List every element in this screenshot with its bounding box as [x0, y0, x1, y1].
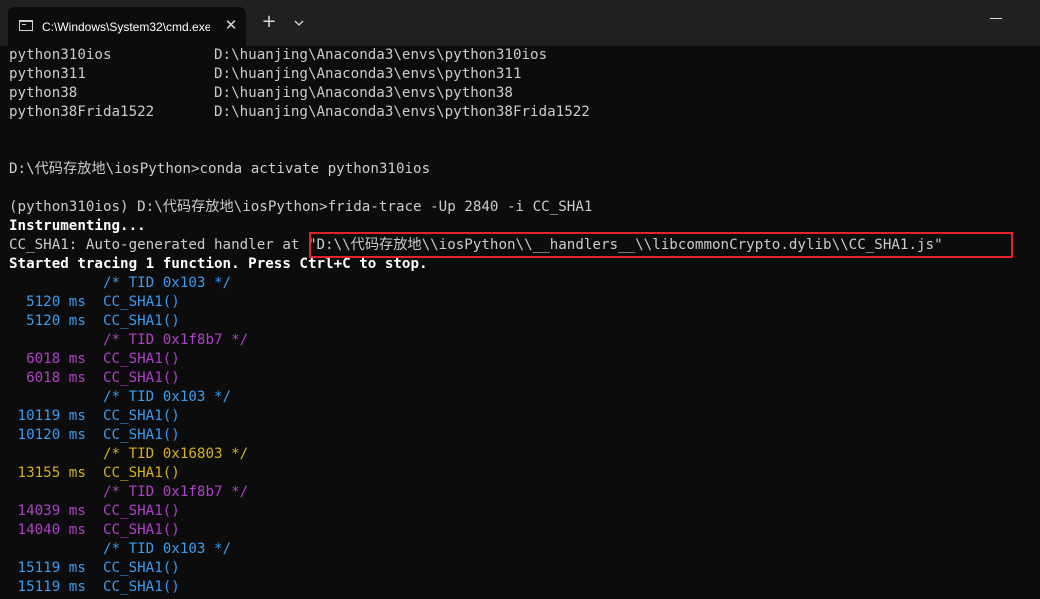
new-tab-button[interactable]: + — [258, 11, 280, 33]
trace-command: (python310ios) D:\代码存放地\iosPython>frida-… — [9, 199, 593, 215]
instrumenting-line: Instrumenting... — [9, 218, 146, 234]
trace-call-line: 5120 ms CC_SHA1() — [9, 313, 180, 329]
trace-call-line: 5120 ms CC_SHA1() — [9, 294, 180, 310]
trace-thread-header: /* TID 0x16803 */ — [9, 446, 249, 462]
env-line: python38 D:\huanjing\Anaconda3\envs\pyth… — [9, 85, 513, 101]
tab-title: C:\Windows\System32\cmd.exe — [42, 20, 210, 34]
trace-call-line: 14040 ms CC_SHA1() — [9, 522, 180, 538]
minimize-icon[interactable] — [990, 18, 1002, 19]
trace-call-line: 13155 ms CC_SHA1() — [9, 465, 180, 481]
highlight-box — [309, 232, 1013, 258]
title-bar: C:\Windows\System32\cmd.exe ✕ + — [0, 0, 1040, 46]
terminal-output: python310ios D:\huanjing\Anaconda3\envs\… — [0, 46, 1040, 599]
trace-call-line: 15119 ms CC_SHA1() — [9, 579, 180, 595]
env-line: python311 D:\huanjing\Anaconda3\envs\pyt… — [9, 66, 522, 82]
trace-call-line: 6018 ms CC_SHA1() — [9, 351, 180, 367]
trace-call-line: 10119 ms CC_SHA1() — [9, 408, 180, 424]
cmd-icon — [19, 20, 33, 31]
env-line: python38Frida1522 D:\huanjing\Anaconda3\… — [9, 104, 590, 120]
env-line: python310ios D:\huanjing\Anaconda3\envs\… — [9, 47, 548, 63]
trace-call-line: 14039 ms CC_SHA1() — [9, 503, 180, 519]
tab-close-icon[interactable]: ✕ — [222, 16, 240, 34]
trace-thread-header: /* TID 0x103 */ — [9, 275, 232, 291]
trace-thread-header: /* TID 0x1f8b7 */ — [9, 332, 249, 348]
trace-thread-header: /* TID 0x103 */ — [9, 389, 232, 405]
trace-thread-header: /* TID 0x1f8b7 */ — [9, 484, 249, 500]
terminal-tab[interactable]: C:\Windows\System32\cmd.exe ✕ — [8, 7, 246, 46]
activate-command: D:\代码存放地\iosPython>conda activate python… — [9, 161, 431, 177]
trace-call-line: 10120 ms CC_SHA1() — [9, 427, 180, 443]
trace-call-line: 6018 ms CC_SHA1() — [9, 370, 180, 386]
chevron-down-icon[interactable] — [290, 14, 308, 32]
trace-thread-header: /* TID 0x103 */ — [9, 541, 232, 557]
trace-call-line: 15119 ms CC_SHA1() — [9, 560, 180, 576]
